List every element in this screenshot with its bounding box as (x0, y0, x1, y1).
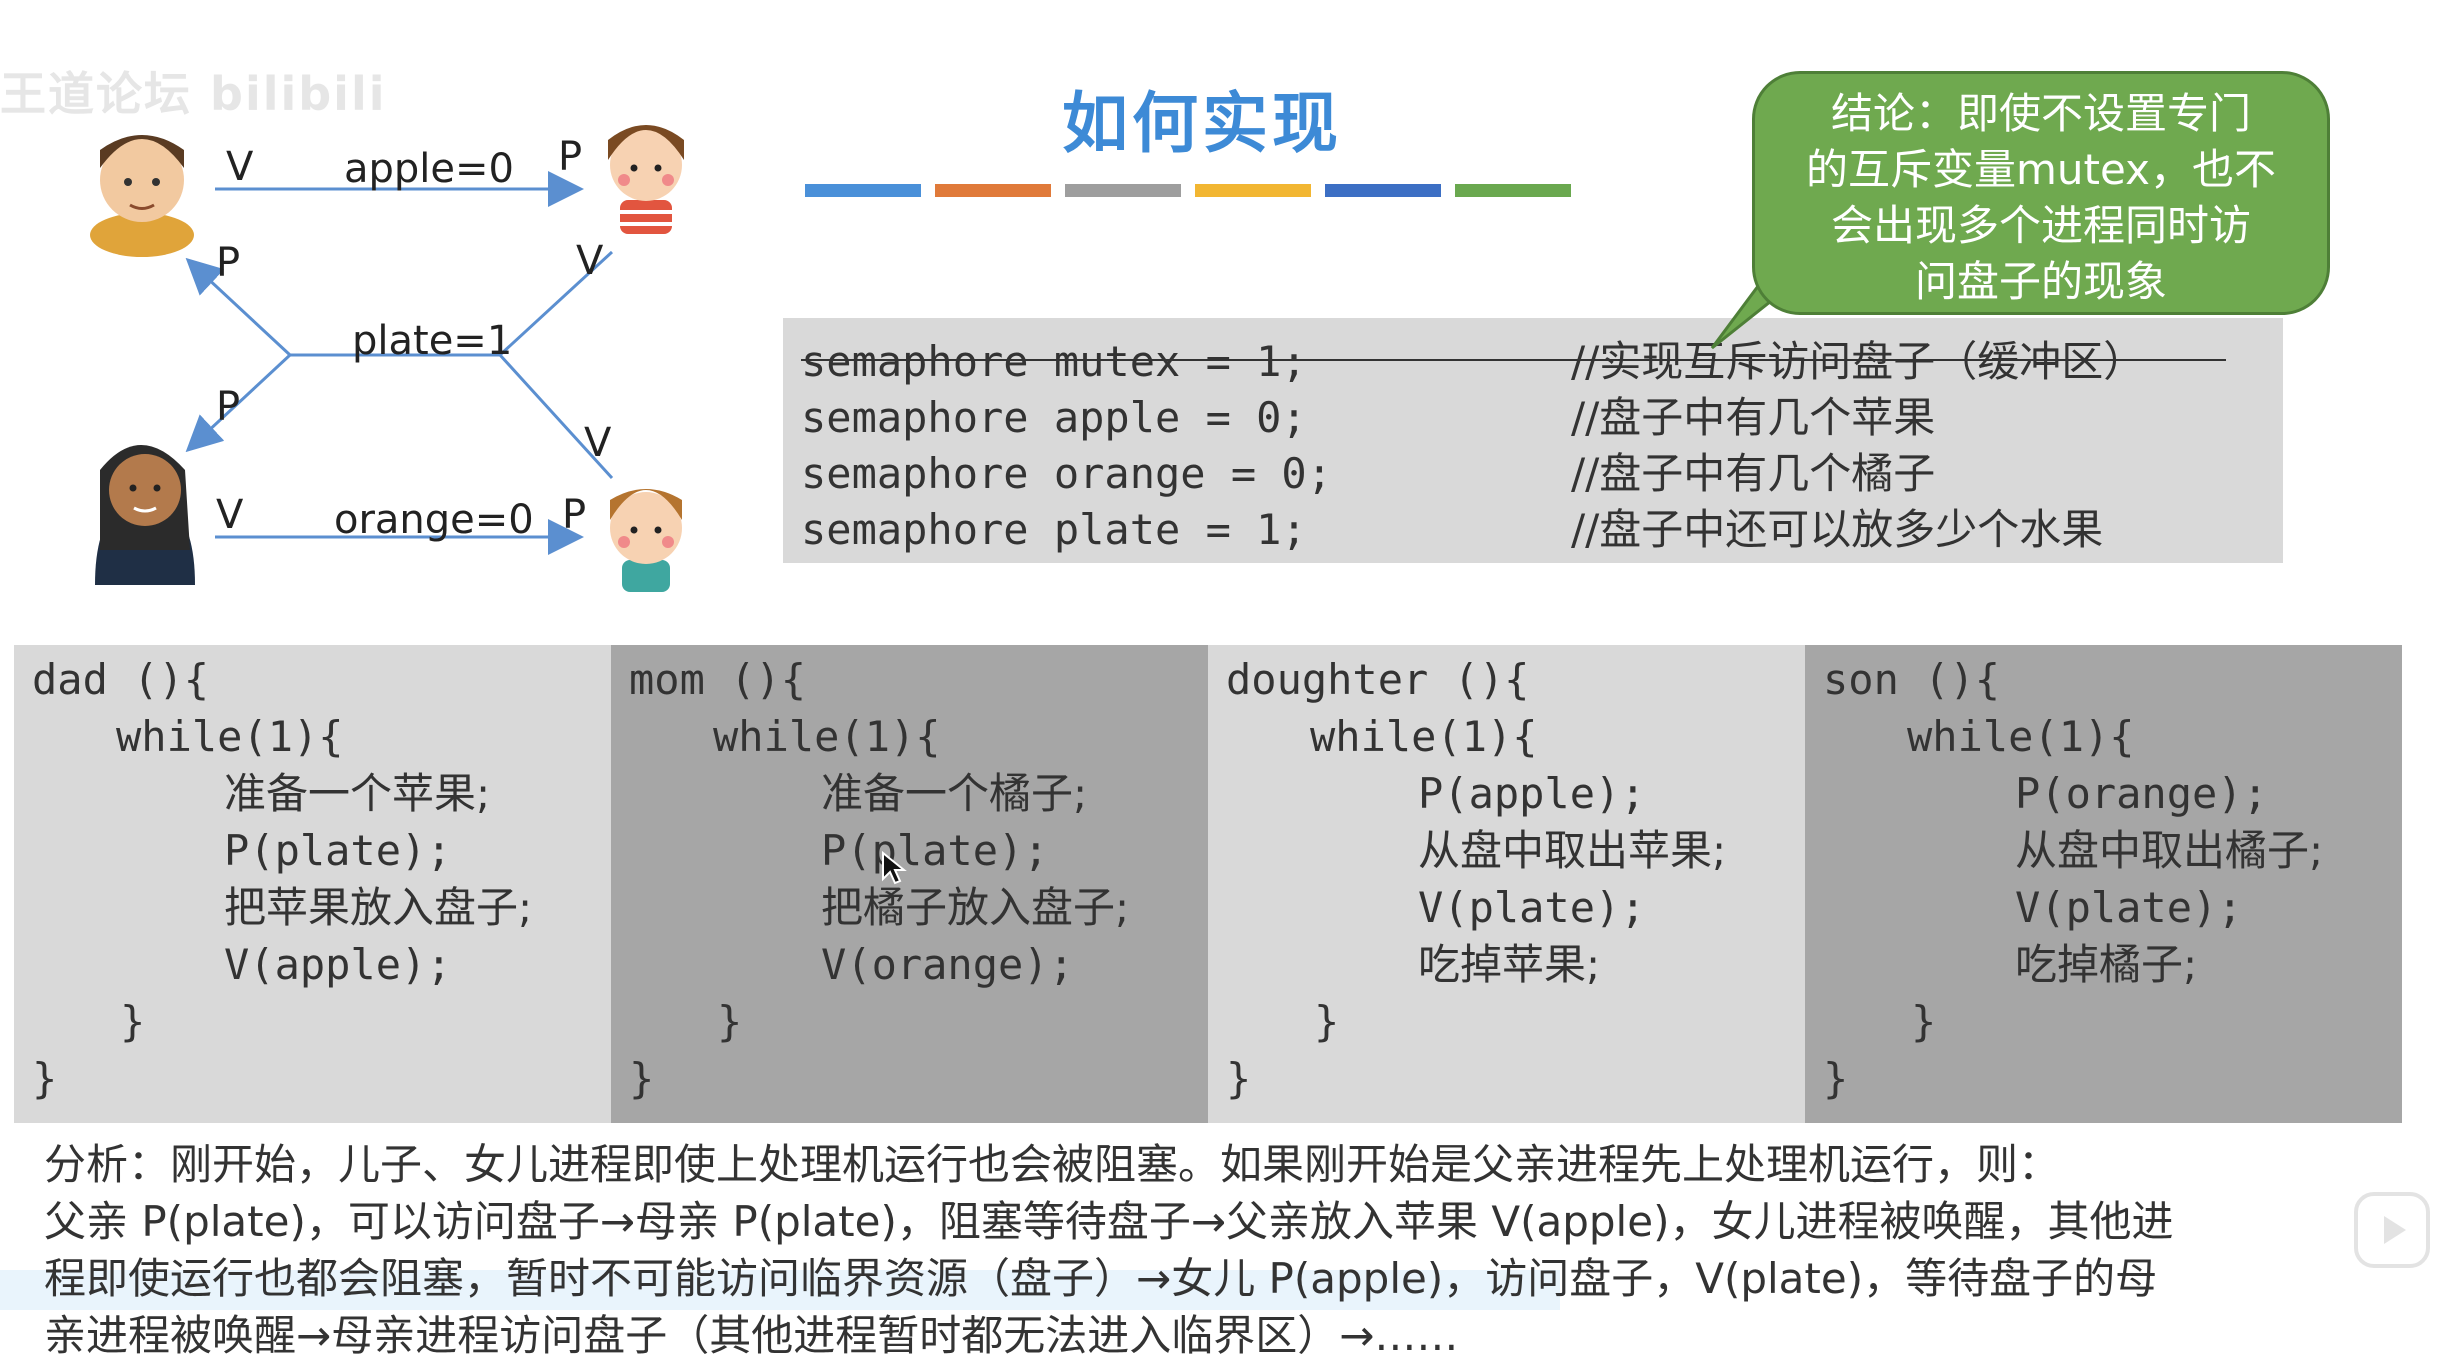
mom-avatar (95, 445, 195, 585)
son-v-label: V (584, 420, 612, 466)
semaphore-line-mutex: semaphore mutex = 1;//实现互斥访问盘子（缓冲区） (801, 337, 2146, 386)
daughter-process-panel: doughter (){ while(1){ P(apple); 从盘中取出苹果… (1208, 645, 1805, 1123)
mom-process-panel: mom (){ while(1){ 准备一个橘子; P(plate); 把橘子放… (611, 645, 1208, 1123)
panel-header: doughter (){ (1226, 655, 1530, 704)
panel-line: 从盘中取出苹果; (1418, 826, 1727, 875)
semaphore-declarations: semaphore mutex = 1;//实现互斥访问盘子（缓冲区） sema… (783, 318, 2283, 563)
mom-p-label: P (216, 384, 241, 430)
dad-process-panel: dad (){ while(1){ 准备一个苹果; P(plate); 把苹果放… (14, 645, 611, 1123)
panel-line: 准备一个橘子; (821, 769, 1088, 818)
panel-line: V(plate); (2015, 883, 2243, 932)
analysis-line-1: 分析：刚开始，儿子、女儿进程即使上处理机运行也会被阻塞。如果刚开始是父亲进程先上… (44, 1140, 2061, 1189)
panel-close-outer: } (1823, 1054, 1849, 1103)
panel-line: V(plate); (1418, 883, 1646, 932)
title-color-bars (805, 184, 1571, 197)
dad-v-label: V (226, 144, 254, 190)
color-bar-orange (935, 184, 1051, 197)
color-bar-gray (1065, 184, 1181, 197)
semaphore-line-plate: semaphore plate = 1;//盘子中还可以放多少个水果 (801, 505, 2104, 554)
panel-line: P(apple); (1418, 769, 1646, 818)
panel-header: son (){ (1823, 655, 2001, 704)
conclusion-line-2: 的互斥变量mutex，也不 (1806, 145, 2276, 194)
panel-line: 准备一个苹果; (224, 769, 491, 818)
semaphore-line-apple: semaphore apple = 0;//盘子中有几个苹果 (801, 393, 1936, 442)
plate-label: plate=1 (352, 318, 513, 364)
panel-line: 吃掉苹果; (1418, 940, 1601, 989)
panel-header: mom (){ (629, 655, 807, 704)
panel-line: P(orange); (2015, 769, 2268, 818)
daughter-avatar (608, 125, 684, 234)
mutex-strikethrough (801, 359, 2226, 361)
semaphore-line-orange: semaphore orange = 0;//盘子中有几个橘子 (801, 449, 1936, 498)
panel-close-outer: } (629, 1054, 655, 1103)
panel-header: dad (){ (32, 655, 210, 704)
panel-loop: while(1){ (116, 712, 344, 761)
panel-close-inner: } (1314, 997, 1340, 1046)
daughter-v-label: V (576, 238, 604, 284)
analysis-text: 分析：刚开始，儿子、女儿进程即使上处理机运行也会被阻塞。如果刚开始是父亲进程先上… (44, 1136, 2404, 1364)
dad-avatar (90, 135, 194, 257)
panel-line: V(apple); (224, 940, 452, 989)
son-p-label: P (562, 492, 587, 538)
conclusion-line-3: 会出现多个进程同时访 (1830, 201, 2251, 250)
panel-line: P(plate); (224, 826, 452, 875)
process-code-panels: dad (){ while(1){ 准备一个苹果; P(plate); 把苹果放… (14, 645, 2402, 1123)
panel-line: 把橘子放入盘子; (821, 883, 1130, 932)
color-bar-green (1455, 184, 1571, 197)
apple-label: apple=0 (344, 146, 514, 192)
panel-close-outer: } (1226, 1054, 1252, 1103)
play-icon[interactable] (2352, 1190, 2432, 1270)
panel-line: 吃掉橘子; (2015, 940, 2198, 989)
panel-loop: while(1){ (1310, 712, 1538, 761)
panel-close-inner: } (120, 997, 146, 1046)
panel-line: 把苹果放入盘子; (224, 883, 533, 932)
slide-title: 如何实现 (1062, 85, 1342, 162)
analysis-line-4: 亲进程被唤醒→母亲进程访问盘子（其他进程暂时都无法进入临界区）→…… (44, 1311, 1459, 1360)
analysis-line-3: 程即使运行也都会阻塞，暂时不可能访问临界资源（盘子）→女儿 P(apple)，访… (44, 1254, 2158, 1303)
panel-close-outer: } (32, 1054, 58, 1103)
panel-line: 从盘中取出橘子; (2015, 826, 2324, 875)
son-process-panel: son (){ while(1){ P(orange); 从盘中取出橘子; V(… (1805, 645, 2402, 1123)
panel-line: V(orange); (821, 940, 1074, 989)
conclusion-bubble: 结论：即使不设置专门 的互斥变量mutex，也不 会出现多个进程同时访 问盘子的… (1752, 71, 2330, 315)
dad-p-label: P (216, 240, 241, 286)
panel-line: P(plate); (821, 826, 1049, 875)
mom-v-label: V (216, 492, 244, 538)
orange-label: orange=0 (334, 497, 534, 543)
color-bar-darkblue (1325, 184, 1441, 197)
panel-close-inner: } (717, 997, 743, 1046)
mouse-cursor-icon (882, 851, 907, 885)
color-bar-blue (805, 184, 921, 197)
color-bar-yellow (1195, 184, 1311, 197)
panel-loop: while(1){ (1907, 712, 2135, 761)
conclusion-line-1: 结论：即使不设置专门 (1830, 89, 2251, 138)
analysis-line-2: 父亲 P(plate)，可以访问盘子→母亲 P(plate)，阻塞等待盘子→父亲… (44, 1197, 2174, 1246)
panel-loop: while(1){ (713, 712, 941, 761)
panel-close-inner: } (1911, 997, 1937, 1046)
son-avatar (610, 489, 682, 592)
daughter-p-label: P (558, 134, 583, 180)
conclusion-line-4: 问盘子的现象 (1914, 257, 2167, 306)
